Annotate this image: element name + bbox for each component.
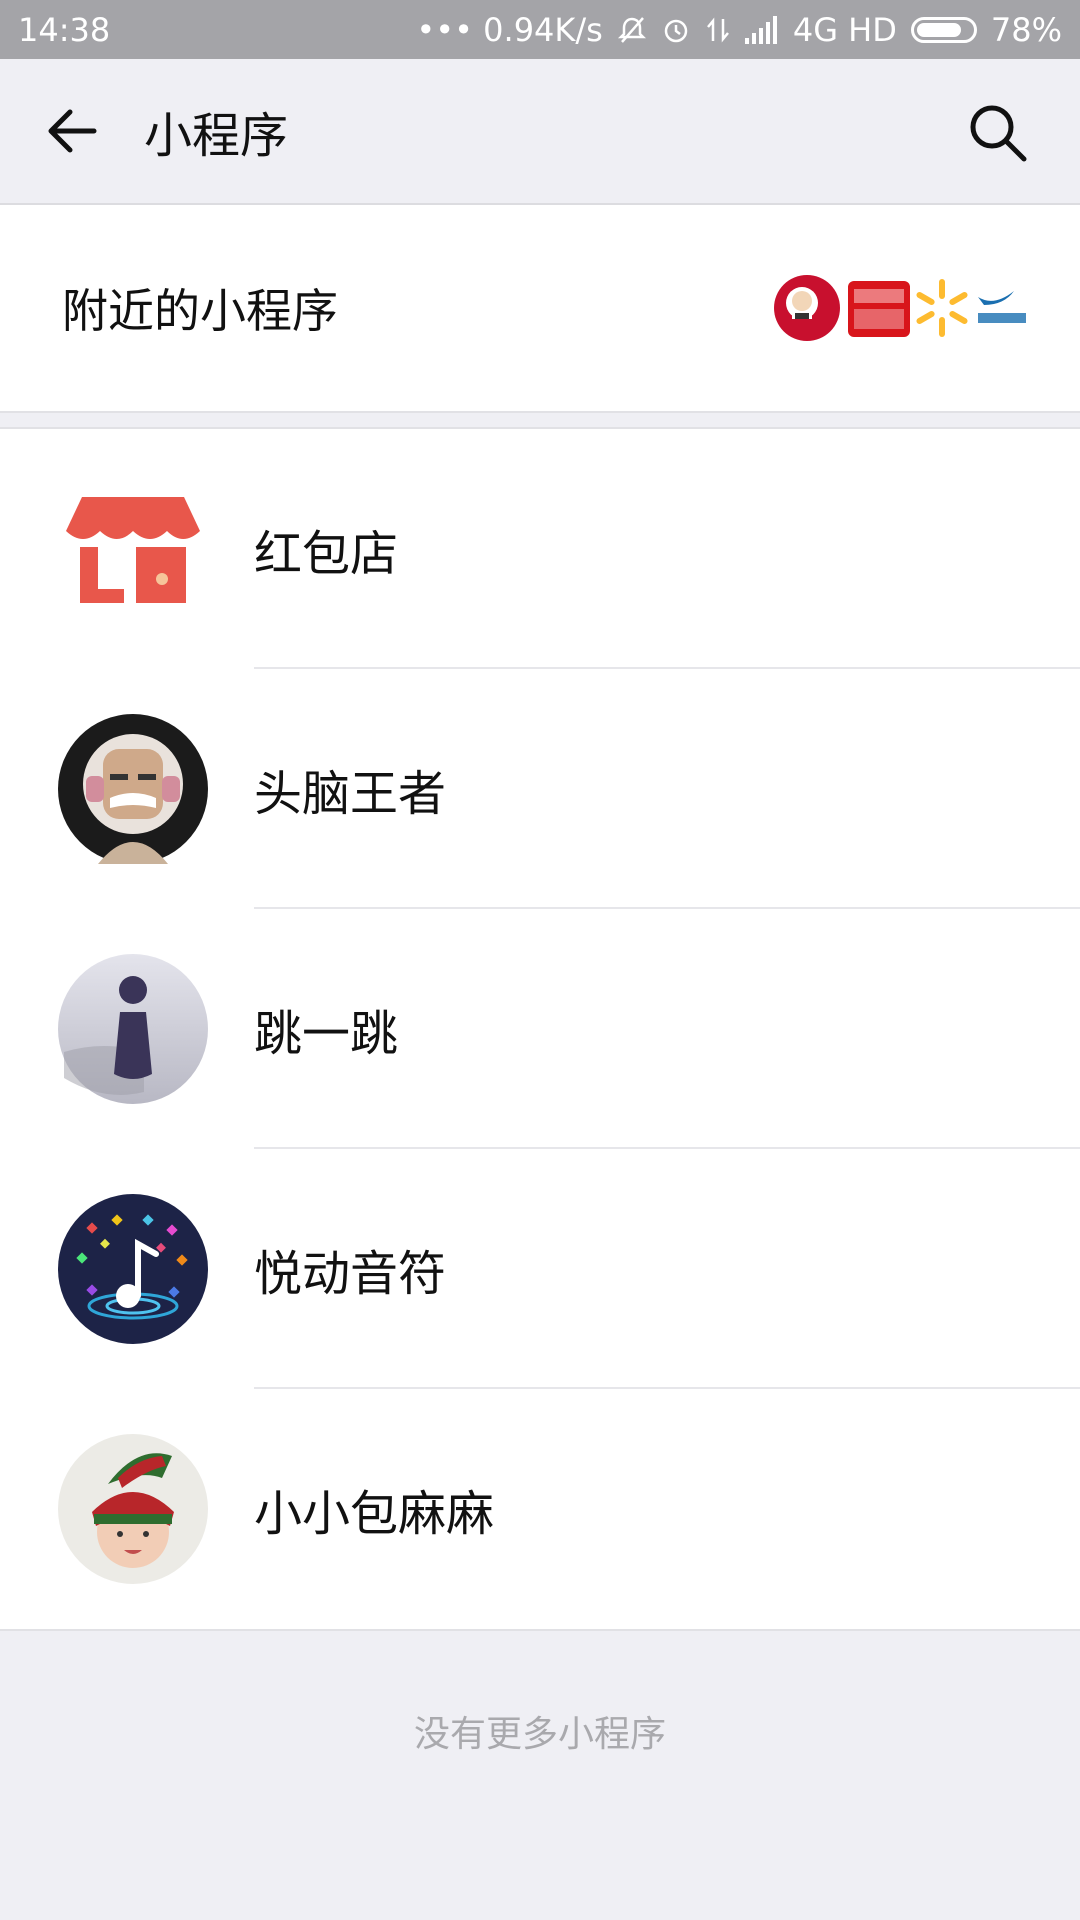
list-item[interactable]: 头脑王者: [0, 669, 1080, 909]
jump-piece-icon: [58, 954, 208, 1104]
shop-icon: [66, 497, 200, 603]
nearby-mini-programs-row[interactable]: 附近的小程序: [0, 205, 1080, 413]
fish-logo-icon: [978, 291, 1026, 323]
mini-program-list: 红包店 头脑王者 跳一跳 悦动音符 小小包麻麻: [0, 427, 1080, 1631]
header: 小程序: [0, 59, 1080, 205]
signal-icon: [744, 15, 777, 44]
fresh-food-logo-icon: [848, 281, 910, 337]
nearby-label: 附近的小程序: [62, 284, 338, 338]
no-more-text: 没有更多小程序: [413, 1714, 666, 1755]
search-icon[interactable]: [966, 101, 1030, 165]
status-bar: 14:38 ••• 0.94K/s 4G HD 78%: [0, 0, 1080, 59]
mini-program-icon: [58, 474, 208, 624]
mini-program-icon: [58, 954, 208, 1104]
arrow-left-icon[interactable]: [46, 107, 98, 155]
kfc-logo-icon: [774, 275, 840, 341]
search-button[interactable]: [966, 101, 1030, 165]
old-man-avatar-icon: [58, 714, 208, 864]
mini-program-name: 跳一跳: [254, 1006, 399, 1062]
nearby-brand-logos: [772, 273, 1030, 343]
status-indicators: ••• 0.94K/s 4G HD 78%: [416, 11, 1062, 49]
list-item[interactable]: 红包店: [0, 429, 1080, 669]
network-type: 4G HD: [792, 10, 897, 49]
list-item[interactable]: 悦动音符: [0, 1149, 1080, 1389]
network-speed: ••• 0.94K/s: [416, 10, 603, 49]
mini-program-icon: [58, 1434, 208, 1584]
list-item[interactable]: 小小包麻麻: [0, 1389, 1080, 1629]
list-item[interactable]: 跳一跳: [0, 909, 1080, 1149]
page-title: 小程序: [144, 108, 289, 164]
status-time: 14:38: [18, 10, 111, 49]
mini-program-name: 红包店: [254, 526, 399, 582]
battery-icon: [910, 16, 977, 43]
mini-program-name: 头脑王者: [254, 766, 447, 822]
music-note-icon: [58, 1194, 208, 1344]
mini-program-icon: [58, 714, 208, 864]
mini-program-name: 悦动音符: [254, 1246, 447, 1302]
bell-muted-icon: [617, 16, 646, 43]
battery-percent: 78%: [990, 10, 1062, 49]
alarm-icon: [664, 19, 688, 42]
mini-program-icon: [58, 1194, 208, 1344]
back-button[interactable]: [42, 101, 102, 161]
list-footer: 没有更多小程序: [0, 1631, 1080, 1831]
walmart-spark-icon: [916, 279, 968, 337]
data-transfer-icon: [706, 17, 729, 42]
mini-program-name: 小小包麻麻: [254, 1486, 495, 1542]
section-gap: [0, 413, 1080, 427]
baby-photo-icon: [58, 1434, 208, 1584]
